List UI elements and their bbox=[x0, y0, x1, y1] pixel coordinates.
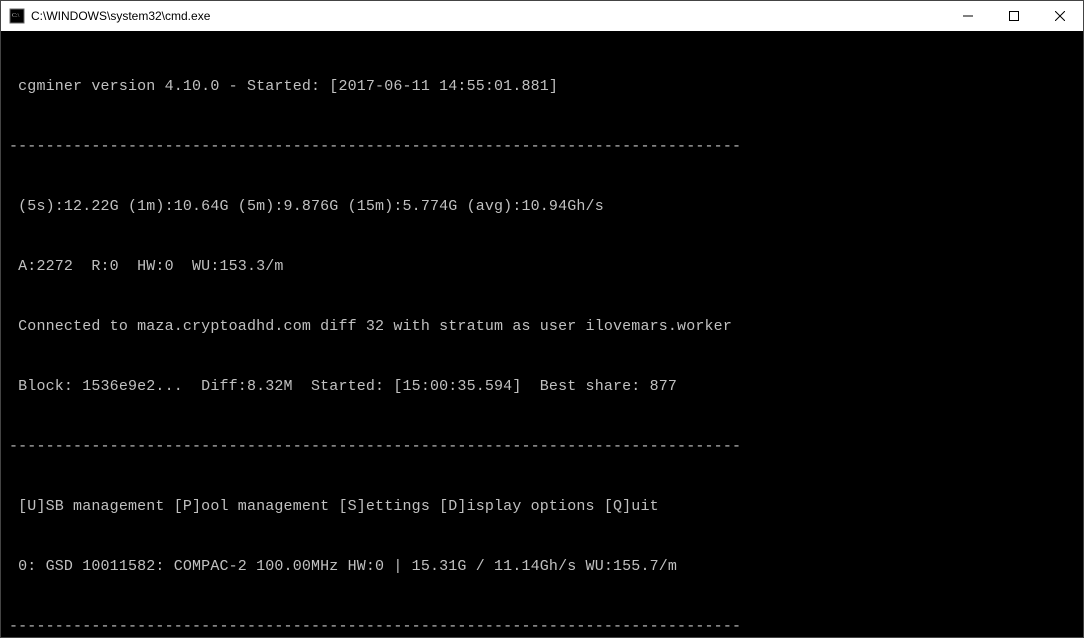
pool-connection-line: Connected to maza.cryptoadhd.com diff 32… bbox=[9, 317, 1075, 337]
stats-line: A:2272 R:0 HW:0 WU:153.3/m bbox=[9, 257, 1075, 277]
divider: ----------------------------------------… bbox=[9, 137, 1075, 157]
cmd-icon: C:\ bbox=[9, 8, 25, 24]
titlebar[interactable]: C:\ C:\WINDOWS\system32\cmd.exe bbox=[1, 1, 1083, 31]
close-button[interactable] bbox=[1037, 1, 1083, 31]
window-title: C:\WINDOWS\system32\cmd.exe bbox=[31, 9, 945, 23]
divider: ----------------------------------------… bbox=[9, 437, 1075, 457]
menu-line: [U]SB management [P]ool management [S]et… bbox=[9, 497, 1075, 517]
device-line: 0: GSD 10011582: COMPAC-2 100.00MHz HW:0… bbox=[9, 557, 1075, 577]
version-line: cgminer version 4.10.0 - Started: [2017-… bbox=[9, 77, 1075, 97]
window-controls bbox=[945, 1, 1083, 31]
minimize-button[interactable] bbox=[945, 1, 991, 31]
window-frame: C:\ C:\WINDOWS\system32\cmd.exe cgminer … bbox=[0, 0, 1084, 638]
hashrate-line: (5s):12.22G (1m):10.64G (5m):9.876G (15m… bbox=[9, 197, 1075, 217]
block-line: Block: 1536e9e2... Diff:8.32M Started: [… bbox=[9, 377, 1075, 397]
divider: ----------------------------------------… bbox=[9, 617, 1075, 637]
maximize-button[interactable] bbox=[991, 1, 1037, 31]
terminal-output[interactable]: cgminer version 4.10.0 - Started: [2017-… bbox=[1, 31, 1083, 637]
svg-text:C:\: C:\ bbox=[12, 13, 20, 19]
